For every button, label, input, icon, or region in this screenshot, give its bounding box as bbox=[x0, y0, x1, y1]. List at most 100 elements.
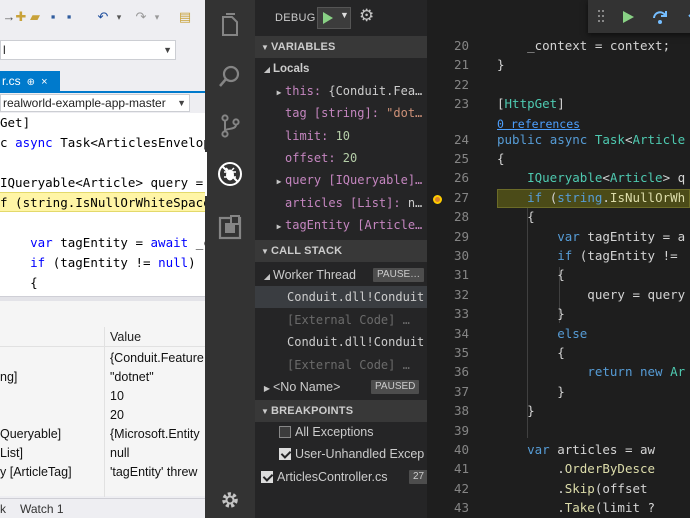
chevron-right-icon: ▶ bbox=[263, 384, 271, 393]
chevron-down-icon: ▼ bbox=[163, 45, 172, 55]
variables-section-header[interactable]: ▼ VARIABLES bbox=[255, 36, 427, 58]
search-icon[interactable] bbox=[205, 52, 255, 100]
gear-icon[interactable] bbox=[205, 480, 255, 518]
vs-code-editor[interactable]: Get] c async Task<ArticlesEnvelope IQuerya… bbox=[0, 113, 205, 298]
code-token: Skip bbox=[564, 480, 595, 496]
chevron-down-icon[interactable]: ▼ bbox=[340, 10, 349, 20]
pin-icon[interactable]: ⊕ bbox=[27, 77, 35, 88]
code-token: OrderByDesce bbox=[564, 461, 656, 477]
code-line: } bbox=[497, 304, 565, 323]
variable-row[interactable]: offset: 20 bbox=[255, 147, 427, 169]
step-into-button[interactable] bbox=[683, 7, 690, 27]
locals-row[interactable]: 10 bbox=[0, 387, 205, 406]
line-number: 30 bbox=[453, 248, 469, 263]
code-token: Ar bbox=[670, 364, 686, 380]
variable-name: articles [List]: bbox=[285, 195, 401, 210]
variable-row[interactable]: ▶ tagEntity [Article… bbox=[255, 214, 427, 236]
step-over-button[interactable] bbox=[650, 7, 670, 27]
code-line: [HttpGet] bbox=[497, 94, 565, 113]
code-token: [ bbox=[497, 96, 505, 112]
locals-scope[interactable]: ◢ Locals bbox=[255, 58, 427, 80]
open-folder-icon[interactable]: ▰ bbox=[28, 10, 42, 24]
code-token: IsNullOrWh bbox=[609, 189, 686, 205]
breakpoint-row[interactable]: User-Unhandled Excep bbox=[255, 443, 427, 465]
variable-name: this: bbox=[285, 84, 322, 98]
undo-dropdown-icon[interactable]: ▾ bbox=[112, 10, 126, 24]
close-icon[interactable]: × bbox=[41, 76, 47, 88]
variable-row[interactable]: limit: 10 bbox=[255, 125, 427, 147]
debug-icon[interactable] bbox=[205, 150, 255, 198]
line-number: 34 bbox=[453, 325, 469, 341]
code-token: var bbox=[557, 228, 580, 244]
save-icon[interactable]: ▪ bbox=[46, 10, 60, 24]
redo-dropdown-icon[interactable]: ▾ bbox=[150, 10, 164, 24]
code-line: } bbox=[497, 401, 535, 420]
files-icon[interactable] bbox=[205, 2, 255, 50]
line-number: 21 bbox=[453, 57, 469, 73]
code-token: . bbox=[497, 500, 565, 516]
breakpoint-checkbox[interactable] bbox=[279, 426, 291, 438]
line-number: 24 bbox=[453, 131, 469, 147]
code-token: IQueryable<Article> query = _c bbox=[0, 175, 205, 190]
solution-config-dropdown[interactable]: l ▼ bbox=[0, 40, 176, 60]
undo-icon[interactable]: ↶ bbox=[96, 10, 110, 24]
variable-row[interactable]: ▶ query [IQueryable]… bbox=[255, 169, 427, 191]
line-number: 39 bbox=[453, 422, 469, 438]
save-all-icon[interactable]: ▪ bbox=[62, 10, 76, 24]
variable-row[interactable]: ▶ this: {Conduit.Fea… bbox=[255, 80, 427, 102]
locals-row[interactable]: ng] "dotnet" bbox=[0, 368, 205, 387]
stack-frame[interactable]: Conduit.dll!Conduit bbox=[255, 331, 427, 353]
code-line: public async Task<Article bbox=[497, 130, 685, 149]
chevron-right-icon: ▶ bbox=[276, 88, 282, 97]
project-dropdown[interactable]: realworld-example-app-master ▼ bbox=[0, 94, 190, 112]
gear-icon[interactable]: ⚙ bbox=[359, 6, 374, 26]
find-in-files-icon[interactable]: ▤ bbox=[178, 10, 192, 24]
tab-callstack[interactable]: k bbox=[0, 499, 6, 518]
code-line: query = query bbox=[497, 285, 685, 304]
stack-frame[interactable]: Conduit.dll!Conduit bbox=[255, 286, 427, 308]
code-token: ] bbox=[557, 96, 565, 112]
code-line: return new Ar bbox=[497, 362, 685, 381]
breakpoint-row[interactable]: All Exceptions bbox=[255, 421, 427, 443]
drag-handle-icon[interactable] bbox=[598, 10, 606, 24]
locals-row[interactable]: y [ArticleTag] 'tagEntity' threw bbox=[0, 463, 205, 482]
code-token: ) bbox=[188, 255, 196, 270]
variable-row[interactable]: tag [string]: "dot… bbox=[255, 102, 427, 124]
locals-row[interactable]: Queryable] {Microsoft.Entity bbox=[0, 425, 205, 444]
stack-frame[interactable]: [External Code] … bbox=[255, 309, 427, 331]
thread-label: <No Name> bbox=[273, 380, 341, 394]
extensions-icon[interactable] bbox=[205, 204, 255, 252]
breakpoint-checkbox[interactable] bbox=[279, 448, 291, 461]
breakpoint-checkbox[interactable] bbox=[261, 470, 273, 483]
stack-frame-label: Conduit.dll!Conduit bbox=[287, 335, 425, 349]
source-control-icon[interactable] bbox=[205, 102, 255, 150]
start-debugging-button[interactable]: ▼ bbox=[317, 7, 351, 29]
editor-tab-active[interactable]: r.cs ⊕ × bbox=[0, 71, 60, 91]
code-line: Get] bbox=[0, 113, 30, 133]
local-name: Queryable] bbox=[0, 427, 62, 441]
locals-row[interactable]: {Conduit.Feature bbox=[0, 349, 205, 368]
code-line: _context = context; bbox=[497, 36, 670, 55]
new-project-icon[interactable]: ✚ bbox=[14, 10, 28, 24]
locals-header: Value bbox=[0, 327, 205, 347]
redo-icon[interactable]: ↷ bbox=[134, 10, 148, 24]
tab-watch-1[interactable]: Watch 1 bbox=[20, 499, 64, 518]
vs-toolbar: → ✚ ▰ ▪ ▪ ↶ ▾ ↷ ▾ ▤ bbox=[0, 0, 205, 34]
stack-frame[interactable]: [External Code] … bbox=[255, 354, 427, 376]
code-editor[interactable]: 0 references 20 _context = context; 21} 22… bbox=[427, 33, 690, 518]
breakpoint-row[interactable]: ArticlesController.cs 27 bbox=[255, 466, 427, 488]
code-line: .Skip(offset bbox=[497, 479, 647, 498]
call-stack-section-header[interactable]: ▼ CALL STACK bbox=[255, 240, 427, 262]
locals-row[interactable]: 20 bbox=[0, 406, 205, 425]
thread-no-name[interactable]: ▶ <No Name> PAUSED bbox=[255, 376, 427, 398]
continue-button[interactable] bbox=[618, 7, 638, 27]
locals-row[interactable]: List] null bbox=[0, 444, 205, 463]
breakpoints-section-header[interactable]: ▼ BREAKPOINTS bbox=[255, 400, 427, 422]
thread-worker[interactable]: ◢ Worker Thread PAUSE… bbox=[255, 264, 427, 286]
code-line: { bbox=[497, 207, 535, 226]
variable-row[interactable]: articles [List]: n… bbox=[255, 192, 427, 214]
breakpoint-label: ArticlesController.cs bbox=[277, 469, 388, 484]
